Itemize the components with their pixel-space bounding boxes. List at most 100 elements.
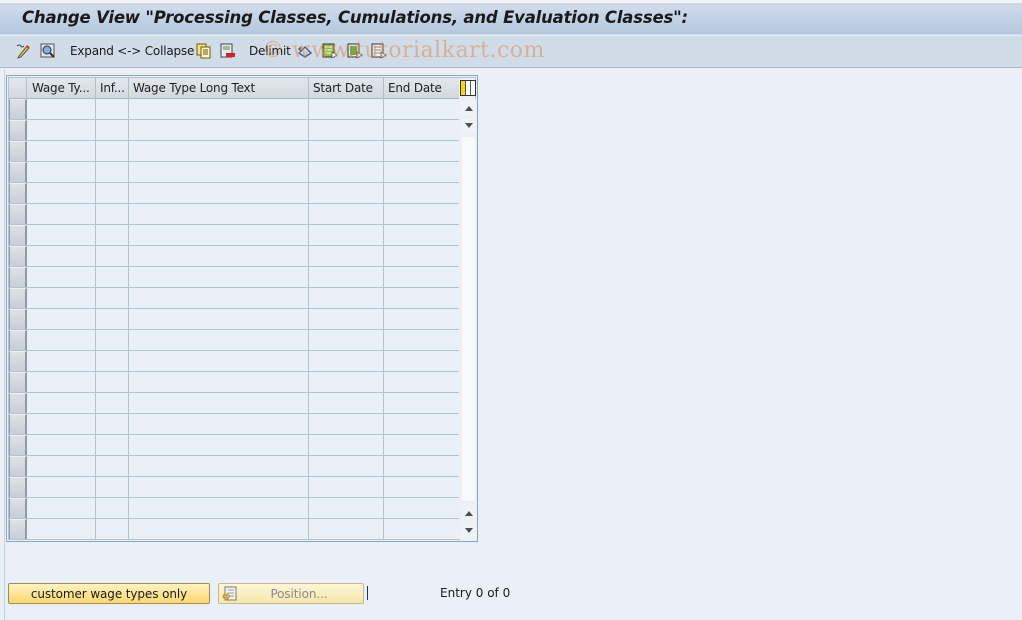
table-cell[interactable] (96, 141, 129, 161)
table-cell[interactable] (96, 477, 129, 497)
table-cell[interactable] (384, 498, 459, 518)
scroll-page-up-button[interactable] (461, 101, 476, 116)
table-row[interactable] (9, 477, 459, 498)
table-cell[interactable] (384, 519, 459, 539)
table-cell[interactable] (129, 162, 309, 182)
table-cell[interactable] (384, 393, 459, 413)
column-header-long-text[interactable]: Wage Type Long Text (129, 78, 309, 99)
table-row[interactable] (9, 498, 459, 519)
table-cell[interactable] (28, 351, 96, 371)
table-cell[interactable] (129, 225, 309, 245)
table-cell[interactable] (384, 351, 459, 371)
table-cell[interactable] (384, 477, 459, 497)
table-cell[interactable] (96, 414, 129, 434)
table-cell[interactable] (309, 372, 384, 392)
table-cell[interactable] (96, 372, 129, 392)
column-header-infotype[interactable]: Inf... (96, 78, 129, 99)
table-cell[interactable] (28, 204, 96, 224)
column-header-start-date[interactable]: Start Date (309, 78, 384, 99)
scroll-line-up-button[interactable] (461, 506, 476, 521)
table-cell[interactable] (309, 204, 384, 224)
table-row[interactable] (9, 372, 459, 393)
table-cell[interactable] (96, 288, 129, 308)
table-cell[interactable] (96, 393, 129, 413)
select-block-button[interactable] (347, 42, 363, 60)
table-cell[interactable] (96, 351, 129, 371)
table-cell[interactable] (384, 435, 459, 455)
row-selector[interactable] (9, 414, 27, 434)
table-cell[interactable] (129, 141, 309, 161)
table-cell[interactable] (384, 246, 459, 266)
table-cell[interactable] (309, 330, 384, 350)
row-selector[interactable] (9, 519, 27, 539)
table-cell[interactable] (309, 519, 384, 539)
row-selector[interactable] (9, 246, 27, 266)
copy-as-button[interactable] (196, 42, 212, 60)
table-row[interactable] (9, 414, 459, 435)
table-cell[interactable] (28, 330, 96, 350)
scroll-track[interactable] (462, 137, 475, 501)
table-row[interactable] (9, 456, 459, 477)
table-cell[interactable] (96, 435, 129, 455)
table-cell[interactable] (309, 141, 384, 161)
table-cell[interactable] (28, 267, 96, 287)
table-cell[interactable] (309, 225, 384, 245)
table-cell[interactable] (384, 414, 459, 434)
table-cell[interactable] (96, 120, 129, 140)
table-cell[interactable] (96, 246, 129, 266)
table-cell[interactable] (28, 141, 96, 161)
table-row[interactable] (9, 288, 459, 309)
table-row[interactable] (9, 120, 459, 141)
table-cell[interactable] (384, 330, 459, 350)
table-row[interactable] (9, 435, 459, 456)
table-cell[interactable] (384, 372, 459, 392)
table-cell[interactable] (96, 162, 129, 182)
table-cell[interactable] (28, 519, 96, 539)
table-cell[interactable] (28, 498, 96, 518)
find-button[interactable] (40, 42, 56, 60)
table-cell[interactable] (309, 246, 384, 266)
table-row[interactable] (9, 309, 459, 330)
table-cell[interactable] (309, 393, 384, 413)
table-row[interactable] (9, 519, 459, 540)
table-row[interactable] (9, 393, 459, 414)
row-selector[interactable] (9, 330, 27, 350)
row-selector[interactable] (9, 225, 27, 245)
table-cell[interactable] (129, 372, 309, 392)
table-cell[interactable] (28, 246, 96, 266)
table-cell[interactable] (129, 309, 309, 329)
table-cell[interactable] (129, 99, 309, 119)
row-selector[interactable] (9, 288, 27, 308)
select-all-rows-handle[interactable] (9, 78, 27, 99)
table-row[interactable] (9, 330, 459, 351)
table-cell[interactable] (309, 120, 384, 140)
table-cell[interactable] (28, 225, 96, 245)
table-cell[interactable] (129, 477, 309, 497)
row-selector[interactable] (9, 498, 27, 518)
table-cell[interactable] (309, 267, 384, 287)
table-cell[interactable] (28, 477, 96, 497)
table-cell[interactable] (129, 435, 309, 455)
row-selector[interactable] (9, 372, 27, 392)
row-selector[interactable] (9, 351, 27, 371)
scroll-line-down-button[interactable] (461, 118, 476, 133)
table-cell[interactable] (309, 309, 384, 329)
row-selector[interactable] (9, 477, 27, 497)
table-cell[interactable] (309, 498, 384, 518)
deselect-all-button[interactable] (371, 42, 387, 60)
table-cell[interactable] (309, 477, 384, 497)
row-selector[interactable] (9, 141, 27, 161)
table-cell[interactable] (384, 162, 459, 182)
table-cell[interactable] (129, 288, 309, 308)
table-cell[interactable] (96, 309, 129, 329)
select-all-button[interactable] (322, 42, 338, 60)
table-cell[interactable] (28, 456, 96, 476)
table-cell[interactable] (129, 456, 309, 476)
table-cell[interactable] (384, 99, 459, 119)
table-cell[interactable] (384, 183, 459, 203)
table-cell[interactable] (28, 162, 96, 182)
table-cell[interactable] (384, 141, 459, 161)
table-cell[interactable] (28, 393, 96, 413)
table-cell[interactable] (384, 288, 459, 308)
column-header-wage-type[interactable]: Wage Ty... (28, 78, 96, 99)
